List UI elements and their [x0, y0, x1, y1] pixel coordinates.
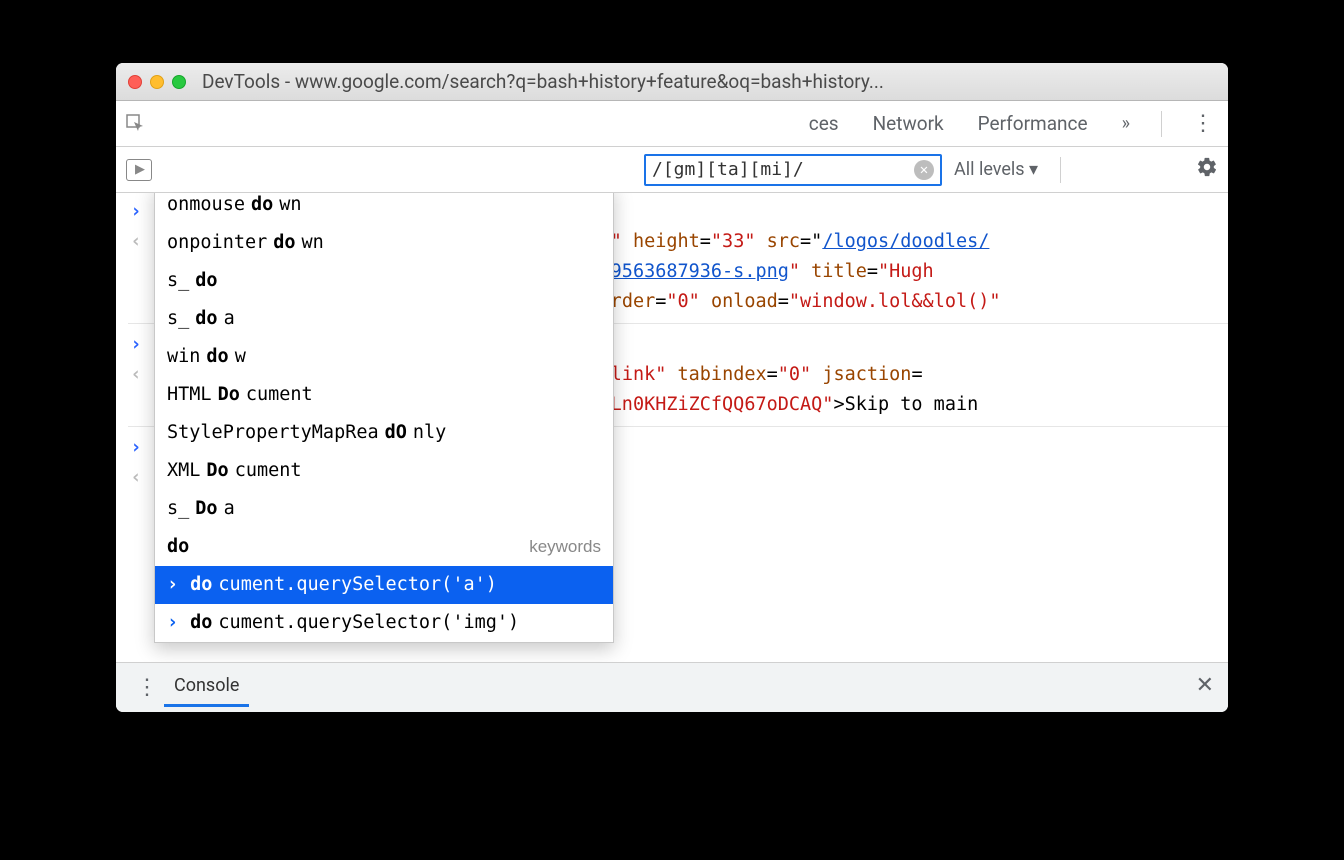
- console-filter-input[interactable]: /[gm][ta][mi]/ ✕: [644, 154, 942, 186]
- tab-performance[interactable]: Performance: [968, 112, 1098, 135]
- autocomplete-item[interactable]: s_do: [155, 262, 613, 300]
- minimize-window-button[interactable]: [150, 75, 164, 89]
- close-drawer-icon[interactable]: ✕: [1196, 663, 1214, 698]
- traffic-lights: [128, 75, 186, 89]
- output-arrow-icon: [128, 227, 144, 257]
- drawer-menu-icon[interactable]: ⋮: [130, 663, 164, 700]
- tab-partial[interactable]: ces: [799, 112, 849, 135]
- console-toolbar: /[gm][ta][mi]/ ✕ All levels ▾: [116, 147, 1228, 193]
- more-menu-icon[interactable]: ⋮: [1186, 111, 1220, 136]
- autocomplete-item[interactable]: document.querySelector('img'): [155, 604, 613, 642]
- divider: [1060, 157, 1061, 183]
- drawer-tab-console[interactable]: Console: [164, 663, 249, 707]
- autocomplete-item[interactable]: XMLDocument: [155, 452, 613, 490]
- tab-network[interactable]: Network: [863, 112, 954, 135]
- zoom-window-button[interactable]: [172, 75, 186, 89]
- input-arrow-icon: [128, 330, 144, 360]
- filter-value: /[gm][ta][mi]/: [652, 159, 914, 180]
- execution-context-icon[interactable]: [126, 159, 152, 181]
- window-title: DevTools - www.google.com/search?q=bash+…: [202, 70, 1216, 93]
- console-settings-icon[interactable]: [1196, 156, 1218, 183]
- autocomplete-item-selected[interactable]: document.querySelector('a'): [155, 566, 613, 604]
- devtools-tabbar: ces Network Performance » ⋮: [116, 101, 1228, 147]
- autocomplete-item[interactable]: s_Doa: [155, 490, 613, 528]
- close-window-button[interactable]: [128, 75, 142, 89]
- window-titlebar: DevTools - www.google.com/search?q=bash+…: [116, 63, 1228, 101]
- autocomplete-popup: onmousedown onpointerdown s_do s_doa win…: [154, 193, 614, 643]
- eager-eval-arrow-icon: [128, 463, 144, 493]
- log-levels-dropdown[interactable]: All levels ▾: [954, 159, 1038, 180]
- input-arrow-icon: [128, 197, 144, 227]
- clear-filter-icon[interactable]: ✕: [914, 160, 934, 180]
- input-arrow-icon: [128, 433, 144, 463]
- output-arrow-icon: [128, 360, 144, 390]
- autocomplete-item[interactable]: s_doa: [155, 300, 613, 338]
- divider: [1161, 111, 1162, 137]
- drawer: ⋮ Console ✕: [116, 662, 1228, 712]
- console-body: onmousedown onpointerdown s_do s_doa win…: [116, 193, 1228, 662]
- log-levels-label: All levels ▾: [954, 159, 1038, 180]
- autocomplete-item[interactable]: onpointerdown: [155, 224, 613, 262]
- devtools-window: DevTools - www.google.com/search?q=bash+…: [116, 63, 1228, 712]
- inspect-element-icon[interactable]: [124, 112, 148, 136]
- autocomplete-item[interactable]: StylePropertyMapReadOnly: [155, 414, 613, 452]
- tab-more-icon[interactable]: »: [1112, 113, 1137, 134]
- autocomplete-item[interactable]: window: [155, 338, 613, 376]
- autocomplete-item[interactable]: dokeywords: [155, 528, 613, 566]
- autocomplete-item[interactable]: onmousedown: [155, 193, 613, 224]
- autocomplete-item[interactable]: HTMLDocument: [155, 376, 613, 414]
